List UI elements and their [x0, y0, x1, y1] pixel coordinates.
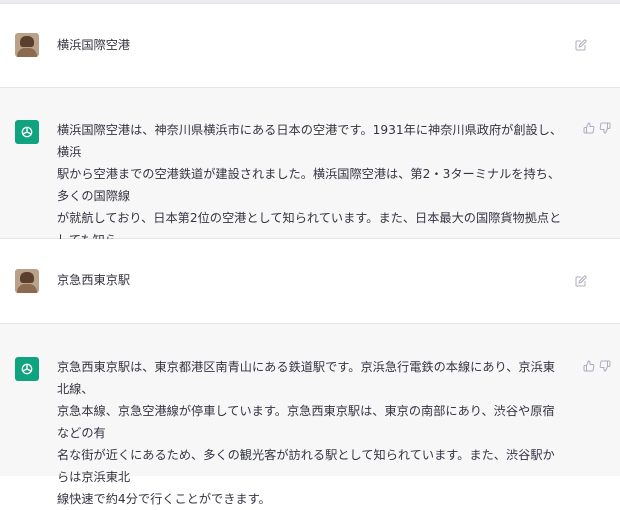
thumbs-down-icon[interactable]: [599, 122, 611, 134]
edit-icon[interactable]: [575, 39, 587, 51]
edit-icon[interactable]: [575, 275, 587, 287]
user-message-text: 京急西東京駅: [57, 273, 131, 287]
user-message-text: 横浜国際空港: [57, 38, 131, 52]
user-avatar: [15, 269, 39, 293]
thumbs-up-icon[interactable]: [583, 122, 595, 134]
thumbs-down-icon[interactable]: [599, 360, 611, 372]
assistant-message-row: 京急西東京駅は、東京都港区南青山にある鉄道駅です。京浜急行電鉄の本線にあり、京浜…: [0, 324, 620, 506]
openai-logo-icon: [21, 363, 33, 375]
assistant-avatar: [15, 357, 39, 381]
assistant-message-row: 横浜国際空港は、神奈川県横浜市にある日本の空港です。1931年に神奈川県政府が創…: [0, 88, 620, 269]
user-message-row: 横浜国際空港: [0, 4, 620, 88]
thumbs-up-icon[interactable]: [583, 360, 595, 372]
assistant-avatar: [15, 120, 39, 144]
user-avatar: [15, 33, 39, 57]
user-message-row: 京急西東京駅: [0, 239, 620, 324]
assistant-message-text: 京急西東京駅は、東京都港区南青山にある鉄道駅です。京浜急行電鉄の本線にあり、京浜…: [57, 360, 555, 506]
openai-logo-icon: [21, 126, 33, 138]
